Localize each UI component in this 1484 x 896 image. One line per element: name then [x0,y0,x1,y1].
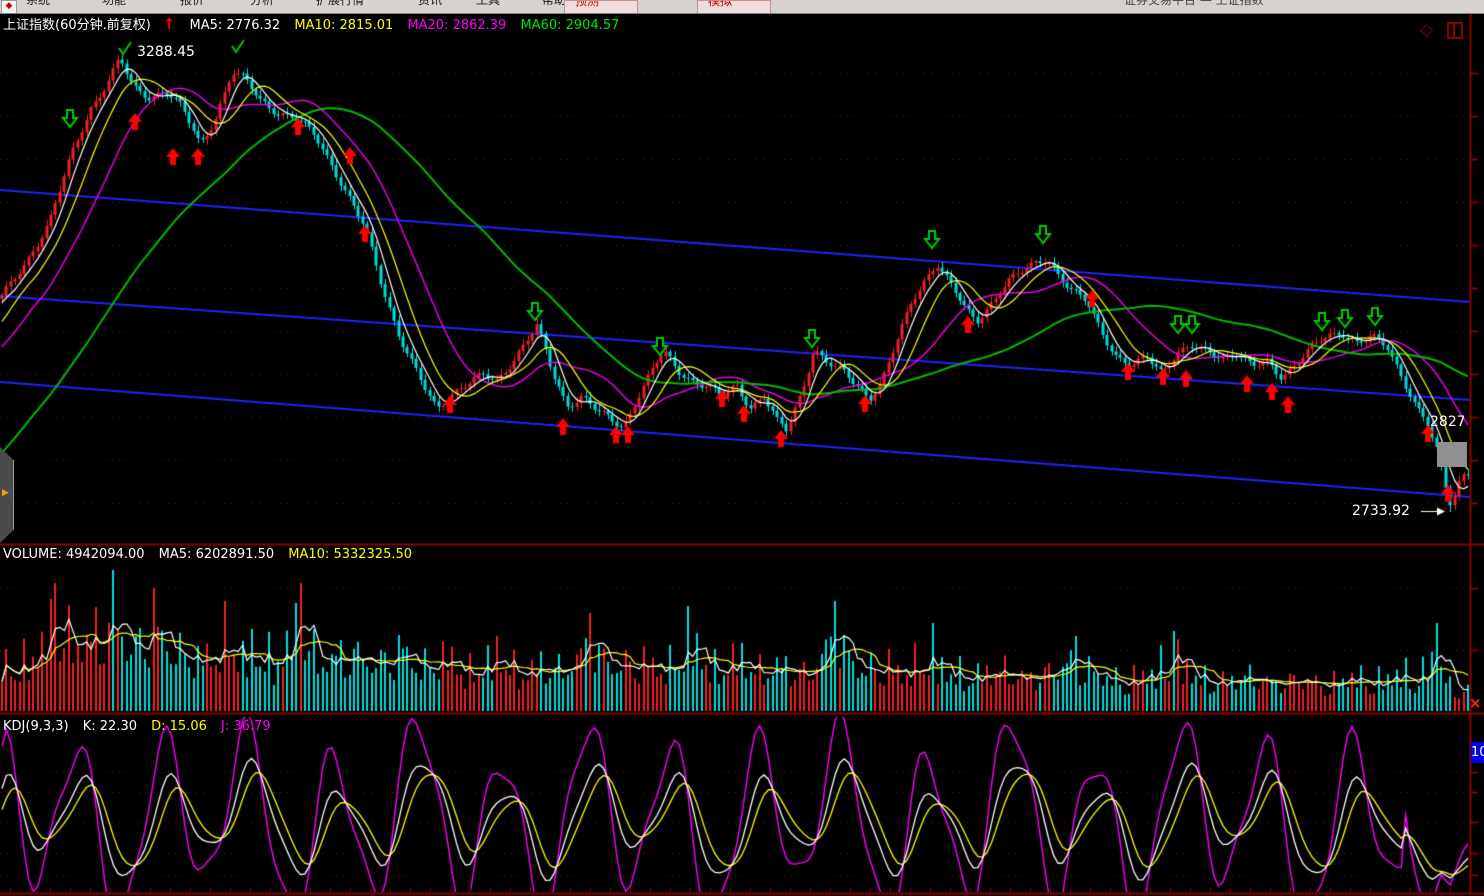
close-pane-icon[interactable]: × [1469,695,1482,711]
menu-item-simulate[interactable]: 模拟 [697,0,771,14]
volume-ma10-value: MA10: 5332325.50 [288,547,412,562]
sidebar-expand-handle[interactable]: ▶ [0,447,14,543]
menu-item-system[interactable]: 系统 [26,0,50,6]
signal-up-icon: ↑ [163,15,176,33]
app-icon[interactable]: ◆ [1,0,17,14]
menu-item-help[interactable]: 帮助 [542,0,566,6]
main-chart-header: 上证指数(60分钟.前复权) ↑ MA5: 2776.32 MA10: 2815.… [3,17,629,33]
trading-terminal: ◆ 系统 功能 报价 分析 扩展行情 资讯 工具 帮助 预测 模拟 证券交易平台… [0,0,1484,896]
chart-title: 上证指数(60分钟.前复权) [3,18,151,33]
kdj-scale-badge: 100 [1471,742,1484,763]
volume-ma5-value: MA5: 6202891.50 [159,547,274,562]
menu-item-quote[interactable]: 报价 [180,0,204,6]
kdj-d-value: D: 15.06 [151,719,207,734]
menu-item-forecast-label: 预测 [575,0,599,7]
diamond-icon[interactable]: ◇ [1420,20,1433,40]
window-icons: ◇ [1420,20,1433,39]
volume-value: VOLUME: 4942094.00 [3,547,145,562]
ma5-value: MA5: 2776.32 [190,18,281,33]
axis-drag-handle[interactable] [1437,442,1467,467]
menu-bar: ◆ 系统 功能 报价 分析 扩展行情 资讯 工具 帮助 预测 模拟 证券交易平台… [0,0,1484,14]
low-price-label: 2733.92 [1352,504,1410,519]
kdj-title: KDJ(9,3,3) [3,719,69,734]
menu-item-simulate-label: 模拟 [708,0,732,7]
menu-item-tools[interactable]: 工具 [476,0,500,6]
ma20-value: MA20: 2862.39 [407,18,506,33]
kdj-k-value: K: 22.30 [83,719,137,734]
ma60-value: MA60: 2904.57 [520,18,619,33]
menu-right-text: 证券交易平台 — 上证指数 [1124,0,1264,6]
menu-item-forecast[interactable]: 预测 [564,0,638,14]
right-edge-price-label: 2827.9 [1430,415,1464,430]
high-price-label: 3288.45 [137,45,195,60]
volume-header: VOLUME: 4942094.00 MA5: 6202891.50 MA10:… [3,547,422,562]
kdj-j-value: J: 36.79 [221,719,271,734]
kdj-header: KDJ(9,3,3) K: 22.30 D: 15.06 J: 36.79 [3,719,281,734]
menu-item-ext-market[interactable]: 扩展行情 [316,0,364,6]
split-pane-icon[interactable] [1447,22,1463,39]
expand-arrow-icon: ▶ [2,487,9,499]
ma10-value: MA10: 2815.01 [294,18,393,33]
main-chart-canvas[interactable] [0,0,1484,896]
menu-item-function[interactable]: 功能 [102,0,126,6]
menu-item-info[interactable]: 资讯 [418,0,442,6]
menu-item-analysis[interactable]: 分析 [250,0,274,6]
